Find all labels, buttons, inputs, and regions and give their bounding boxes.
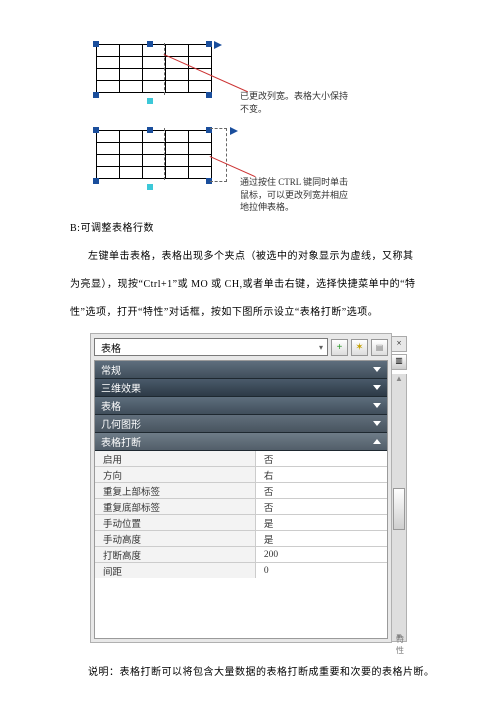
table-row[interactable]: 间距0 bbox=[95, 563, 387, 578]
section-general[interactable]: 常规 bbox=[95, 361, 387, 379]
table-row[interactable]: 手动位置是 bbox=[95, 515, 387, 531]
toggle-pickadd-button[interactable]: ▤ bbox=[371, 339, 388, 356]
section-b-heading: B:可调整表格行数 bbox=[70, 221, 445, 237]
callout-1: 已更改列宽。表格大小保持不变。 bbox=[240, 90, 355, 115]
section-table[interactable]: 表格 bbox=[95, 397, 387, 415]
scroll-thumb[interactable] bbox=[393, 488, 405, 530]
callout-2: 通过按住 CTRL 键同时单击鼠标，可以更改列宽并相应地拉伸表格。 bbox=[240, 176, 355, 214]
panel-toolbar: 表格 ▾ + ✶ ▤ bbox=[91, 334, 391, 360]
expand-icon[interactable]: ▥ bbox=[391, 354, 407, 370]
chevron-up-icon bbox=[373, 439, 381, 444]
note-text: 说明：表格打断可以将包含大量数据的表格打断成重要和次要的表格片断。 bbox=[70, 665, 445, 681]
properties-panel: × ▥ ▲ ▼ 特性 表格 ▾ + ✶ ▤ 常规 三维效果 表格 几何图形 表格… bbox=[90, 333, 392, 643]
table-row[interactable]: 方向右 bbox=[95, 467, 387, 483]
table-row[interactable]: 启用否 bbox=[95, 451, 387, 467]
chevron-down-icon bbox=[373, 421, 381, 426]
chevron-down-icon bbox=[373, 385, 381, 390]
para-3: 性”选项，打开“特性”对话框，按如下图所示设立“表格打断”选项。 bbox=[70, 305, 445, 321]
scroll-up-icon[interactable]: ▲ bbox=[395, 374, 403, 383]
empty-area bbox=[95, 578, 387, 638]
accordion-body: 常规 三维效果 表格 几何图形 表格打断 启用否 方向右 重复上部标签否 重复底… bbox=[94, 360, 388, 639]
object-selector[interactable]: 表格 ▾ bbox=[94, 338, 328, 356]
selector-value: 表格 bbox=[101, 340, 121, 355]
plus-icon: + bbox=[337, 342, 343, 353]
table-row[interactable]: 手动高度是 bbox=[95, 531, 387, 547]
section-3deffects[interactable]: 三维效果 bbox=[95, 379, 387, 397]
filter-icon: ✶ bbox=[355, 342, 363, 353]
close-icon[interactable]: × bbox=[391, 336, 407, 352]
quick-select-button[interactable]: ✶ bbox=[351, 339, 368, 356]
scrollbar[interactable]: ▲ ▼ bbox=[391, 374, 407, 642]
table-row[interactable]: 重复底部标签否 bbox=[95, 499, 387, 515]
sheet-icon: ▤ bbox=[376, 343, 384, 352]
para-1: 左键单击表格，表格出现多个夹点（被选中的对象显示为虚线，又称其 bbox=[70, 249, 445, 265]
chevron-down-icon bbox=[373, 367, 381, 372]
panel-side-label: 特性 bbox=[393, 634, 407, 656]
mini-table-bottom bbox=[96, 130, 212, 179]
chevron-down-icon: ▾ bbox=[319, 343, 323, 352]
table-row[interactable]: 重复上部标签否 bbox=[95, 483, 387, 499]
column-width-figure: 已更改列宽。表格大小保持不变。 通过按住 CTRL 键同时单击鼠标，可以更改列宽… bbox=[90, 40, 350, 215]
chevron-down-icon bbox=[373, 403, 381, 408]
para-2: 为亮显），现按“Ctrl+1”或 MO 或 CH,或者单击右键，选择快捷菜单中的… bbox=[70, 277, 445, 293]
add-selection-button[interactable]: + bbox=[331, 339, 348, 356]
section-geometry[interactable]: 几何图形 bbox=[95, 415, 387, 433]
table-row[interactable]: 打断高度200 bbox=[95, 547, 387, 563]
section-tablebreak[interactable]: 表格打断 bbox=[95, 433, 387, 451]
